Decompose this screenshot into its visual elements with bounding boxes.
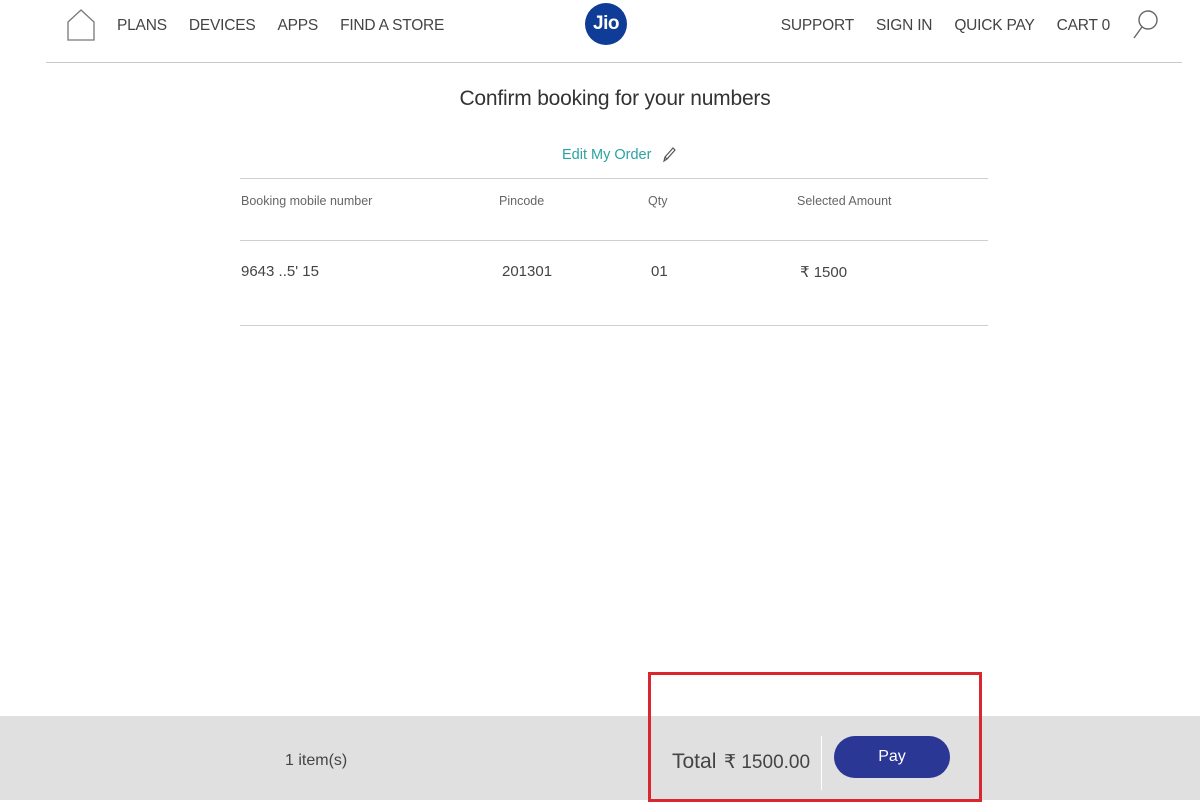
nav-find-a-store[interactable]: FIND A STORE xyxy=(340,17,444,35)
secondary-nav: SUPPORT SIGN IN QUICK PAY CART 0 xyxy=(759,17,1110,35)
table-header-rule xyxy=(240,240,988,241)
edit-order-link[interactable]: Edit My Order xyxy=(562,146,677,164)
column-header-qty: Qty xyxy=(648,194,668,208)
column-header-amount: Selected Amount xyxy=(797,194,892,208)
primary-nav: PLANS DEVICES APPS FIND A STORE xyxy=(117,17,466,35)
edit-order-label: Edit My Order xyxy=(562,147,652,163)
nav-cart[interactable]: CART 0 xyxy=(1057,17,1111,35)
page-title: Confirm booking for your numbers xyxy=(459,87,771,110)
cell-pincode: 201301 xyxy=(502,263,553,280)
items-count: 1 item(s) xyxy=(285,752,348,769)
table-top-rule xyxy=(240,178,988,179)
cell-amount: ₹ 1500 xyxy=(800,264,848,281)
annotation-highlight-box xyxy=(648,672,982,802)
pencil-icon xyxy=(663,147,677,163)
nav-plans[interactable]: PLANS xyxy=(117,17,167,35)
nav-devices[interactable]: DEVICES xyxy=(189,17,256,35)
site-header: PLANS DEVICES APPS FIND A STORE Jio SUPP… xyxy=(0,0,1200,64)
nav-sign-in[interactable]: SIGN IN xyxy=(876,17,933,35)
nav-quick-pay[interactable]: QUICK PAY xyxy=(954,17,1035,35)
search-icon[interactable] xyxy=(1132,9,1160,41)
jio-logo[interactable]: Jio xyxy=(585,3,627,45)
column-header-mobile: Booking mobile number xyxy=(241,194,373,208)
cell-mobile-number: 9643 ..5' 15 xyxy=(241,263,319,280)
checkout-bar: 1 item(s) Total ₹ 1500.00 Pay xyxy=(0,716,1200,800)
home-icon[interactable] xyxy=(66,8,96,42)
header-divider xyxy=(46,62,1182,63)
nav-apps[interactable]: APPS xyxy=(278,17,319,35)
cell-qty: 01 xyxy=(651,263,668,280)
table-bottom-rule xyxy=(240,325,988,326)
nav-support[interactable]: SUPPORT xyxy=(781,17,854,35)
column-header-pincode: Pincode xyxy=(499,194,545,208)
